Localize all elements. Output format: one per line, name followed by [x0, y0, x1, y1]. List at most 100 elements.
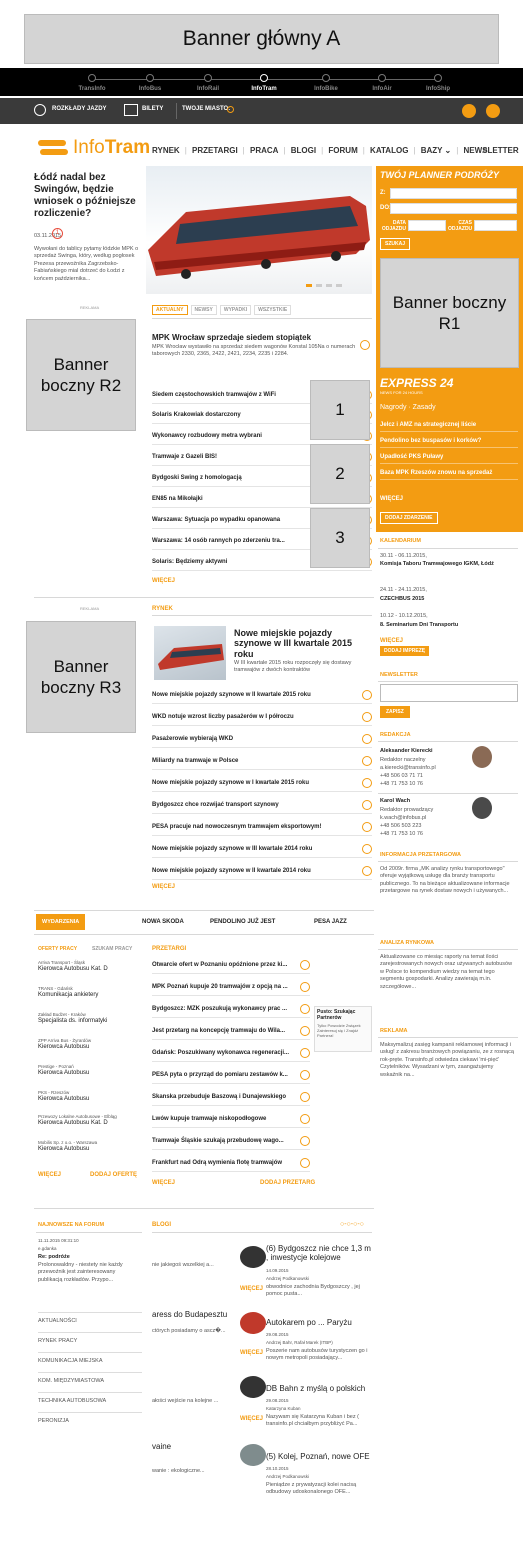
- calendar-event[interactable]: CZECHBUS 2015: [380, 596, 424, 603]
- banner-r1[interactable]: Banner boczny R1: [380, 258, 519, 368]
- tender-item[interactable]: MPK Poznań kupuje 20 tramwajów z opcją n…: [152, 978, 310, 996]
- tenders-more-link[interactable]: WIĘCEJ: [152, 1180, 175, 1186]
- hero-title[interactable]: Łódź nadal bez Swingów, będzie wniosek o…: [34, 172, 142, 220]
- comment-count-icon[interactable]: 1: [52, 228, 63, 239]
- tender-item[interactable]: Skanska przebuduje Baszową i Dunajewskie…: [152, 1088, 310, 1106]
- slider-dots[interactable]: [306, 284, 342, 287]
- market-item[interactable]: Bydgoszcz chce rozwijać transport szynow…: [152, 796, 372, 814]
- blog-post-title[interactable]: DB Bahn z myślą o polskich: [266, 1384, 374, 1393]
- job-offer[interactable]: PKS - Rzeszów Kierowca Autobusu: [38, 1090, 146, 1102]
- newsletter-subscribe-button[interactable]: ZAPISZ: [380, 706, 410, 718]
- numbered-ad-3[interactable]: 3: [310, 508, 370, 568]
- tab-aktualny[interactable]: AKTUALNY: [152, 305, 188, 315]
- tab-wypadki[interactable]: WYPADKI: [219, 305, 252, 315]
- nav-praca[interactable]: PRACA: [250, 146, 278, 155]
- market-item[interactable]: WKD notuje wzrost liczby pasażerów w I p…: [152, 708, 372, 726]
- newsletter-email-input[interactable]: [380, 684, 518, 702]
- add-tender-link[interactable]: DODAJ PRZETARG: [260, 1180, 315, 1186]
- tender-item[interactable]: Jest przetarg na koncepcję tramwaju do W…: [152, 1022, 310, 1040]
- comment-icon[interactable]: [360, 340, 370, 350]
- your-city-link[interactable]: TWOJE MIASTO:: [182, 106, 230, 112]
- timetables-link[interactable]: ROZKŁADY JAZDY: [52, 106, 107, 112]
- job-offer[interactable]: ZPP Arriva Bus - Żyrardów Kierowca Autobu…: [38, 1038, 146, 1050]
- forum-category[interactable]: AKTUALNOŚCI: [38, 1312, 142, 1325]
- portal-infobike[interactable]: InfoBike: [296, 72, 356, 92]
- user-icon[interactable]: [486, 104, 500, 118]
- editor-email[interactable]: k.wach@infobus.pl: [380, 815, 426, 822]
- market-item[interactable]: Nowe miejskie pojazdy szynowe w II kwart…: [152, 686, 372, 704]
- blog-post-title[interactable]: (6) Bydgoszcz nie chce 1,3 m , inwestycj…: [266, 1244, 374, 1262]
- planner-search-button[interactable]: SZUKAJ: [380, 238, 411, 250]
- top-banner[interactable]: Banner główny A: [24, 14, 499, 64]
- numbered-ad-1[interactable]: 1: [310, 380, 370, 440]
- add-job-offer-link[interactable]: DODAJ OFERTĘ: [90, 1172, 137, 1178]
- nav-forum[interactable]: FORUM: [328, 146, 357, 155]
- tender-item[interactable]: Otwarcie ofert w Poznaniu opóźnione prze…: [152, 956, 310, 974]
- calendar-event[interactable]: Komisja Taboru Tramwajowego IGKM, Łódź: [380, 561, 516, 568]
- portal-infoship[interactable]: InfoShip: [408, 72, 468, 92]
- nav-przetargi[interactable]: PRZETARGI: [192, 146, 238, 155]
- lead-title[interactable]: MPK Wrocław sprzedaje siedem stopiątek: [152, 333, 360, 342]
- market-item[interactable]: Miliardy na tramwaje w Polsce: [152, 752, 372, 770]
- market-lead-image[interactable]: [154, 626, 226, 680]
- tab-newsy[interactable]: NEWSY: [190, 305, 217, 315]
- express-item[interactable]: Baza MPK Rzeszów znowu na sprzedaż: [380, 470, 518, 480]
- express-more-link[interactable]: WIĘCEJ: [380, 496, 403, 502]
- hero-image[interactable]: [146, 166, 372, 294]
- forum-category[interactable]: RYNEK PRACY: [38, 1332, 142, 1345]
- numbered-ad-2[interactable]: 2: [310, 444, 370, 504]
- portal-infoair[interactable]: InfoAir: [352, 72, 412, 92]
- job-offer[interactable]: Mobilis Sp. z o.o. - Warszawa Kierowca Au…: [38, 1140, 146, 1152]
- banner-r3[interactable]: Banner boczny R3: [26, 621, 136, 733]
- nav-bazy[interactable]: BAZY: [421, 146, 443, 155]
- market-item[interactable]: Nowe miejskie pojazdy szynowe w III kwar…: [152, 840, 372, 858]
- blog-snippet-title[interactable]: aress do Budapesztu: [152, 1310, 227, 1319]
- job-offer[interactable]: Przewozy Lokalne Autobusowe - Elbląg Kier…: [38, 1114, 146, 1126]
- event-link[interactable]: PENDOLINO JUŻ JEST: [210, 919, 275, 925]
- blog-snippet-title[interactable]: vaine: [152, 1442, 171, 1451]
- forum-category[interactable]: TECHNIKA AUTOBUSOWA: [38, 1392, 142, 1405]
- blog-more-link[interactable]: WIĘCEJ: [240, 1350, 263, 1356]
- banner-r2[interactable]: Banner boczny R2: [26, 319, 136, 431]
- blog-pagination-icon[interactable]: ○-○-○-○: [340, 1221, 364, 1228]
- location-icon[interactable]: [227, 106, 234, 113]
- partner-ad[interactable]: Pusto: Szukając Partnerów Tylko Powodzie…: [314, 1006, 372, 1052]
- market-more-link[interactable]: WIĘCEJ: [152, 884, 175, 890]
- planner-from-input[interactable]: [390, 188, 517, 199]
- planner-time-input[interactable]: [474, 220, 517, 231]
- rss-icon[interactable]: [462, 104, 476, 118]
- tab-job-search[interactable]: SZUKAM PRACY: [92, 946, 132, 952]
- add-event-button[interactable]: DODAJ ZDARZENIE: [380, 512, 438, 524]
- express-rules-link[interactable]: Nagrody · Zasady: [380, 404, 436, 411]
- event-link[interactable]: PESA JAZZ: [314, 919, 347, 925]
- market-item[interactable]: Pasażerowie wybierają WKD: [152, 730, 372, 748]
- tab-job-offers[interactable]: OFERTY PRACY: [38, 946, 77, 952]
- portal-transinfo[interactable]: TransInfo: [62, 72, 122, 92]
- market-item[interactable]: PESA pracuje nad nowoczesnym tramwajem e…: [152, 818, 372, 836]
- market-item[interactable]: Nowe miejskie pojazdy szynowe w II kwart…: [152, 862, 372, 880]
- tender-item[interactable]: Tramwaje Śląskie szukają przebudowę wago…: [152, 1132, 310, 1150]
- add-event-button[interactable]: DODAJ IMPREZĘ: [380, 646, 430, 656]
- express-item[interactable]: Pendolino bez buspasów i korków?: [380, 438, 518, 448]
- tickets-link[interactable]: BILETY: [142, 106, 163, 112]
- nav-blogi[interactable]: BLOGI: [291, 146, 316, 155]
- tender-item[interactable]: Frankfurt nad Odrą wymienia flotę tramwa…: [152, 1154, 310, 1172]
- event-link[interactable]: NOWA SKODA: [142, 919, 184, 925]
- job-offer[interactable]: Prestige - Poznań Kierowca Autobusu: [38, 1064, 146, 1076]
- nav-newsletter[interactable]: NEWSLETTER: [464, 146, 519, 155]
- job-offer[interactable]: TRANS - Gdańsk Komunikacja ankietery: [38, 986, 146, 998]
- job-offer[interactable]: Arriva Transport - Śląsk Kierowca Autobus…: [38, 960, 146, 972]
- tender-item[interactable]: Gdańsk: Poszukiwany wykonawca regeneracj…: [152, 1044, 310, 1062]
- job-offer[interactable]: Zakład Budżet - Kraków Specjalista ds. in…: [38, 1012, 146, 1024]
- portal-inforail[interactable]: InfoRail: [178, 72, 238, 92]
- tender-item[interactable]: PESA pyta o przyrząd do pomiaru zestawów…: [152, 1066, 310, 1084]
- calendar-more-link[interactable]: WIĘCEJ: [380, 638, 403, 644]
- editor-email[interactable]: a.kierecki@transinfo.pl: [380, 765, 436, 772]
- market-lead-title[interactable]: Nowe miejskie pojazdy szynowe w III kwar…: [234, 628, 358, 659]
- blog-post-title[interactable]: (5) Kolej, Poznań, nowe OFE: [266, 1452, 374, 1461]
- tender-item[interactable]: Lwów kupuje tramwaje niskopodłogowe: [152, 1110, 310, 1128]
- portal-infotram[interactable]: InfoTram: [234, 72, 294, 92]
- market-item[interactable]: Nowe miejskie pojazdy szynowe w I kwarta…: [152, 774, 372, 792]
- blog-more-link[interactable]: WIĘCEJ: [240, 1416, 263, 1422]
- forum-category[interactable]: KOM. MIĘDZYMIASTOWA: [38, 1372, 142, 1385]
